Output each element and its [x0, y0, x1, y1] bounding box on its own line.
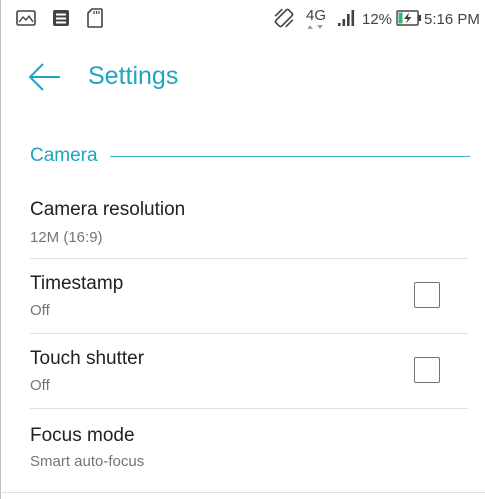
data-arrows-icon — [308, 25, 323, 29]
battery-percent: 12% — [362, 11, 393, 28]
network-type-label: 4G — [306, 7, 327, 24]
setting-title: Camera resolution — [30, 199, 186, 220]
message-icon — [53, 10, 69, 26]
setting-focus-mode[interactable]: Focus mode Smart auto-focus — [0, 409, 485, 485]
section-title: Camera — [30, 144, 110, 168]
battery-charging-icon — [396, 10, 421, 26]
touch-shutter-checkbox[interactable] — [414, 357, 440, 383]
sd-card-icon — [87, 8, 103, 28]
setting-value: Smart auto-focus — [30, 453, 145, 470]
setting-value: Off — [30, 377, 50, 394]
app-bar: Settings — [0, 38, 485, 114]
setting-timestamp[interactable]: Timestamp Off — [0, 259, 485, 333]
setting-camera-resolution[interactable]: Camera resolution 12M (16:9) — [0, 186, 485, 258]
setting-title: Focus mode — [30, 425, 135, 446]
signal-icon — [338, 10, 355, 26]
page-title: Settings — [88, 62, 179, 90]
setting-title: Timestamp — [30, 273, 124, 294]
setting-touch-shutter[interactable]: Touch shutter Off — [0, 334, 485, 408]
status-bar: 4G 12% 5:16 PM — [0, 0, 485, 38]
setting-title: Touch shutter — [30, 348, 145, 369]
arrow-left-icon[interactable] — [28, 62, 62, 92]
section-header-camera: Camera — [30, 144, 470, 168]
clock: 5:16 PM — [424, 11, 480, 28]
vibrate-icon — [274, 8, 294, 28]
timestamp-checkbox[interactable] — [414, 282, 440, 308]
bottom-edge — [0, 492, 485, 493]
setting-value: 12M (16:9) — [30, 229, 103, 246]
gallery-icon — [16, 10, 36, 26]
setting-value: Off — [30, 302, 50, 319]
